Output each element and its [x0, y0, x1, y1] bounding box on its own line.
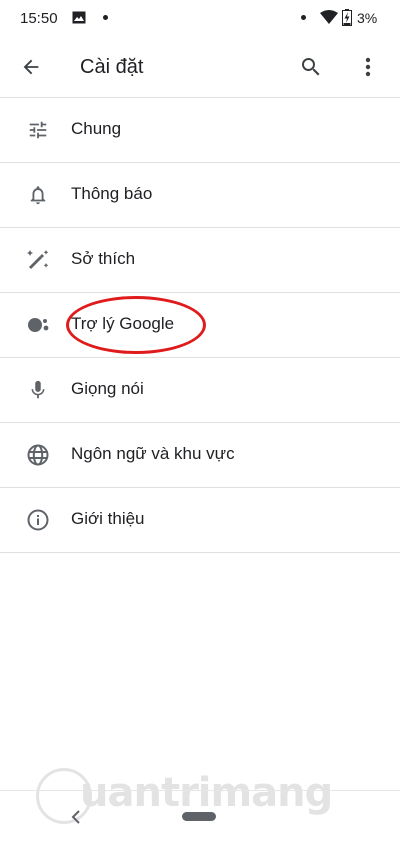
menu-item-language-region[interactable]: Ngôn ngữ và khu vực: [0, 423, 400, 488]
battery-charging-icon: [342, 9, 352, 26]
microphone-icon: [26, 378, 50, 402]
menu-item-label: Chung: [71, 119, 122, 138]
nav-back-icon[interactable]: [68, 808, 84, 826]
menu-item-preferences[interactable]: Sở thích: [0, 228, 400, 293]
globe-icon: [26, 443, 50, 467]
status-bar: 15:50 3%: [0, 0, 400, 36]
menu-item-general[interactable]: Chung: [0, 98, 400, 163]
menu-item-voice[interactable]: Giọng nói: [0, 358, 400, 423]
dot-icon: [103, 15, 108, 20]
more-vert-icon: [365, 57, 371, 77]
info-icon: [26, 508, 50, 532]
photo-icon: [72, 11, 86, 24]
menu-item-notifications[interactable]: Thông báo: [0, 163, 400, 228]
magic-wand-icon: [26, 248, 50, 272]
menu-item-label: Thông báo: [71, 184, 153, 203]
more-options-button[interactable]: [354, 51, 382, 83]
menu-item-label: Giọng nói: [71, 379, 144, 398]
menu-item-label: Ngôn ngữ và khu vực: [71, 444, 235, 463]
search-icon: [302, 58, 320, 76]
menu-item-google-assistant[interactable]: Trợ lý Google: [0, 293, 400, 358]
menu-item-label: Sở thích: [71, 249, 136, 268]
arrow-left-icon: [23, 59, 39, 75]
nav-divider: [0, 790, 400, 791]
home-pill[interactable]: [182, 812, 216, 821]
navigation-bar: [0, 790, 400, 844]
bell-icon: [26, 183, 50, 207]
settings-menu: Chung Thông báo Sở thích Trợ lý Google G…: [0, 98, 400, 553]
back-button[interactable]: [14, 51, 48, 83]
menu-item-label: Trợ lý Google: [71, 314, 175, 333]
wifi-icon: [320, 10, 338, 24]
status-time: 15:50: [20, 10, 58, 27]
app-bar: Cài đặt: [0, 36, 400, 98]
menu-item-about[interactable]: Giới thiệu: [0, 488, 400, 553]
battery-percent: 3%: [357, 10, 378, 26]
page-title: Cài đặt: [80, 56, 144, 78]
dot-icon: [301, 15, 306, 20]
tune-icon: [26, 118, 50, 142]
assistant-dots-icon: [26, 313, 50, 337]
menu-item-label: Giới thiệu: [71, 509, 145, 528]
search-button[interactable]: [294, 51, 328, 83]
